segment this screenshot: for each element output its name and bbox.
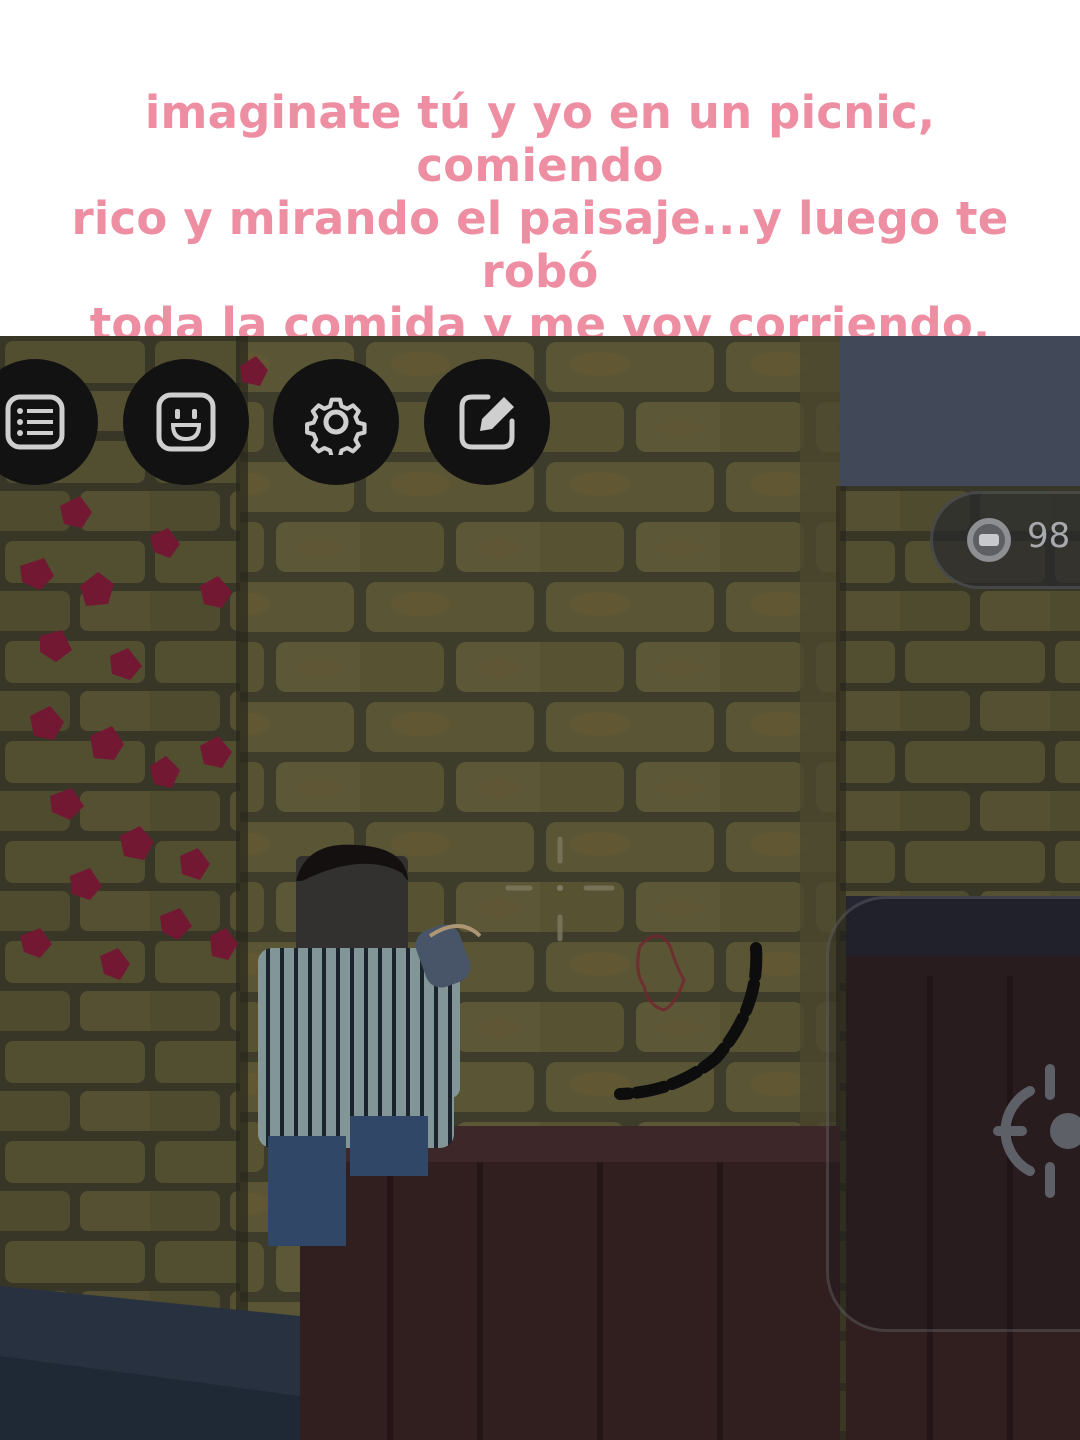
settings-button[interactable] bbox=[273, 359, 399, 485]
coin-icon bbox=[967, 518, 1011, 562]
settings-gear-icon bbox=[305, 397, 367, 455]
emote-button[interactable] bbox=[123, 359, 249, 485]
edit-pencil-icon bbox=[459, 394, 515, 450]
coin-counter[interactable]: 98 bbox=[930, 491, 1080, 589]
coin-count: 98 bbox=[1027, 516, 1071, 556]
menu-list-icon bbox=[5, 394, 65, 450]
caption-line-1: imaginate tú y yo en un picnic, comiendo bbox=[144, 86, 936, 192]
edit-button[interactable] bbox=[424, 359, 550, 485]
aim-target-icon[interactable] bbox=[990, 1061, 1080, 1201]
caption-text: imaginate tú y yo en un picnic, comiendo… bbox=[40, 86, 1040, 351]
emote-face-icon bbox=[156, 392, 216, 452]
caption-line-2: rico y mirando el paisaje...y luego te r… bbox=[71, 192, 1009, 298]
crosshair-icon bbox=[505, 836, 615, 942]
game-viewport[interactable]: 98 bbox=[0, 336, 1080, 1440]
caption-area: imaginate tú y yo en un picnic, comiendo… bbox=[0, 0, 1080, 351]
